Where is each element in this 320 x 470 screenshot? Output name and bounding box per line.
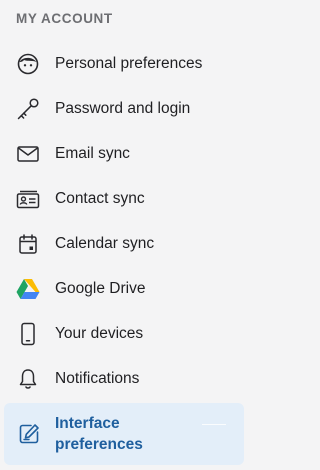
interface-edit-icon (16, 421, 42, 447)
envelope-icon (15, 141, 41, 167)
menu-item-label: Email sync (55, 144, 130, 162)
menu-item-calendar-sync[interactable]: Calendar sync (0, 221, 250, 266)
section-title: MY ACCOUNT (16, 11, 113, 26)
menu-item-label: Contact sync (55, 189, 145, 207)
key-icon (15, 96, 41, 122)
menu-item-contact-sync[interactable]: Contact sync (0, 176, 250, 221)
phone-icon (15, 321, 41, 347)
menu-item-label: Personal preferences (55, 54, 203, 72)
face-icon (15, 51, 41, 77)
menu-item-label: Google Drive (55, 279, 146, 297)
menu-item-label: Password and login (55, 99, 191, 117)
menu-item-interface-preferences[interactable]: Interface preferences (4, 403, 244, 465)
label-line-2: preferences (55, 436, 143, 453)
menu-item-label: Calendar sync (55, 234, 155, 252)
menu-item-your-devices[interactable]: Your devices (0, 311, 250, 356)
menu-item-email-sync[interactable]: Email sync (0, 131, 250, 176)
menu-item-label: Notifications (55, 369, 140, 387)
calendar-icon (15, 231, 41, 257)
menu-item-password-login[interactable]: Password and login (0, 86, 250, 131)
menu-item-label: Interface preferences (55, 413, 143, 455)
contact-card-icon (15, 186, 41, 212)
google-drive-icon (15, 276, 41, 302)
menu-item-label: Your devices (55, 324, 144, 342)
menu-item-google-drive[interactable]: Google Drive (0, 266, 250, 311)
bell-icon (15, 366, 41, 392)
highlight-divider (202, 424, 226, 425)
menu-item-notifications[interactable]: Notifications (0, 356, 250, 401)
menu-item-personal-preferences[interactable]: Personal preferences (0, 41, 250, 86)
label-line-1: Interface (55, 415, 120, 432)
